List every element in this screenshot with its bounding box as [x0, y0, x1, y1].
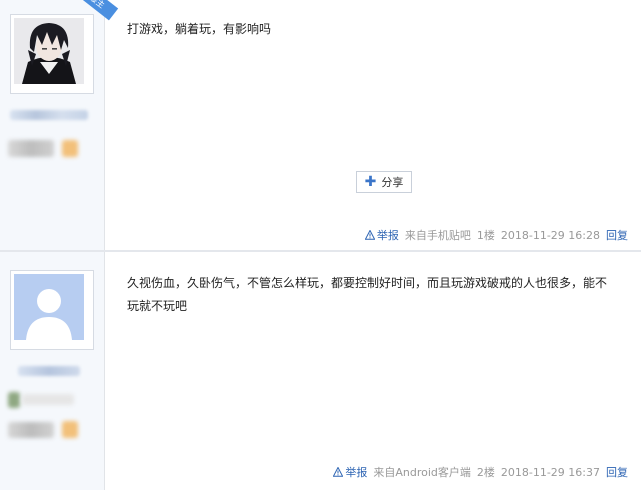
warning-icon [364, 230, 375, 240]
avatar[interactable] [10, 270, 94, 350]
post-text: 久视伤血，久卧伤气，不管怎么样玩，都要控制好时间，而且玩游戏破戒的人也很多，能不… [127, 272, 631, 318]
post-content: 打游戏，躺着玩，有影响吗 ✚ 分享 举报 来自手机贴吧 1楼 2018-11-2… [105, 0, 641, 250]
warning-icon [333, 467, 344, 477]
report-link[interactable]: 举报 [333, 464, 367, 480]
blurred-level-badge [8, 140, 54, 157]
post-text: 打游戏，躺着玩，有影响吗 [127, 22, 272, 36]
floor-number: 2楼 [476, 466, 495, 479]
blurred-text [22, 394, 74, 405]
blurred-username [10, 110, 88, 120]
post-time: 2018-11-29 16:37 [500, 465, 600, 479]
floor-number: 1楼 [476, 229, 495, 242]
post-time: 2018-11-29 16:28 [500, 228, 600, 242]
post-source: 来自手机贴吧 [404, 229, 471, 242]
author-sidebar: 楼主 [0, 0, 119, 250]
post-source: 来自Android客户端 [373, 466, 471, 479]
plus-icon: ✚ [364, 174, 377, 190]
post-content: 久视伤血，久卧伤气，不管怎么样玩，都要控制好时间，而且玩游戏破戒的人也很多，能不… [105, 252, 641, 490]
user-placeholder-icon [14, 274, 84, 340]
blurred-level-badge [8, 422, 54, 438]
blurred-icon [8, 392, 20, 408]
report-link[interactable]: 举报 [364, 227, 399, 243]
reply-link[interactable]: 回复 [606, 227, 628, 243]
share-label: 分享 [381, 176, 404, 189]
post-meta: 举报 来自Android客户端 2楼 2018-11-29 16:37 回复 [333, 464, 628, 480]
post-floor-1: 楼主 打游戏，躺着玩，有影响吗 ✚ 分享 举报 来自手机贴吧 1楼 2018-1… [0, 0, 641, 250]
post-text-line-1: 久视伤血，久卧伤气，不管怎么样玩，都要控制好时间，而且玩游戏破戒的人也很多，能不 [127, 276, 608, 290]
avatar[interactable] [10, 14, 94, 94]
post-text-line-2: 玩就不玩吧 [127, 299, 188, 313]
share-button[interactable]: ✚ 分享 [356, 171, 412, 193]
blurred-level-icon [62, 421, 78, 438]
blurred-username [18, 366, 80, 376]
blurred-level-icon [62, 140, 78, 157]
anime-avatar-image [14, 18, 84, 84]
reply-link[interactable]: 回复 [606, 464, 628, 480]
post-meta: 举报 来自手机贴吧 1楼 2018-11-29 16:28 回复 [364, 227, 628, 243]
author-sidebar [0, 252, 105, 490]
post-floor-2: 久视伤血，久卧伤气，不管怎么样玩，都要控制好时间，而且玩游戏破戒的人也很多，能不… [0, 252, 641, 490]
